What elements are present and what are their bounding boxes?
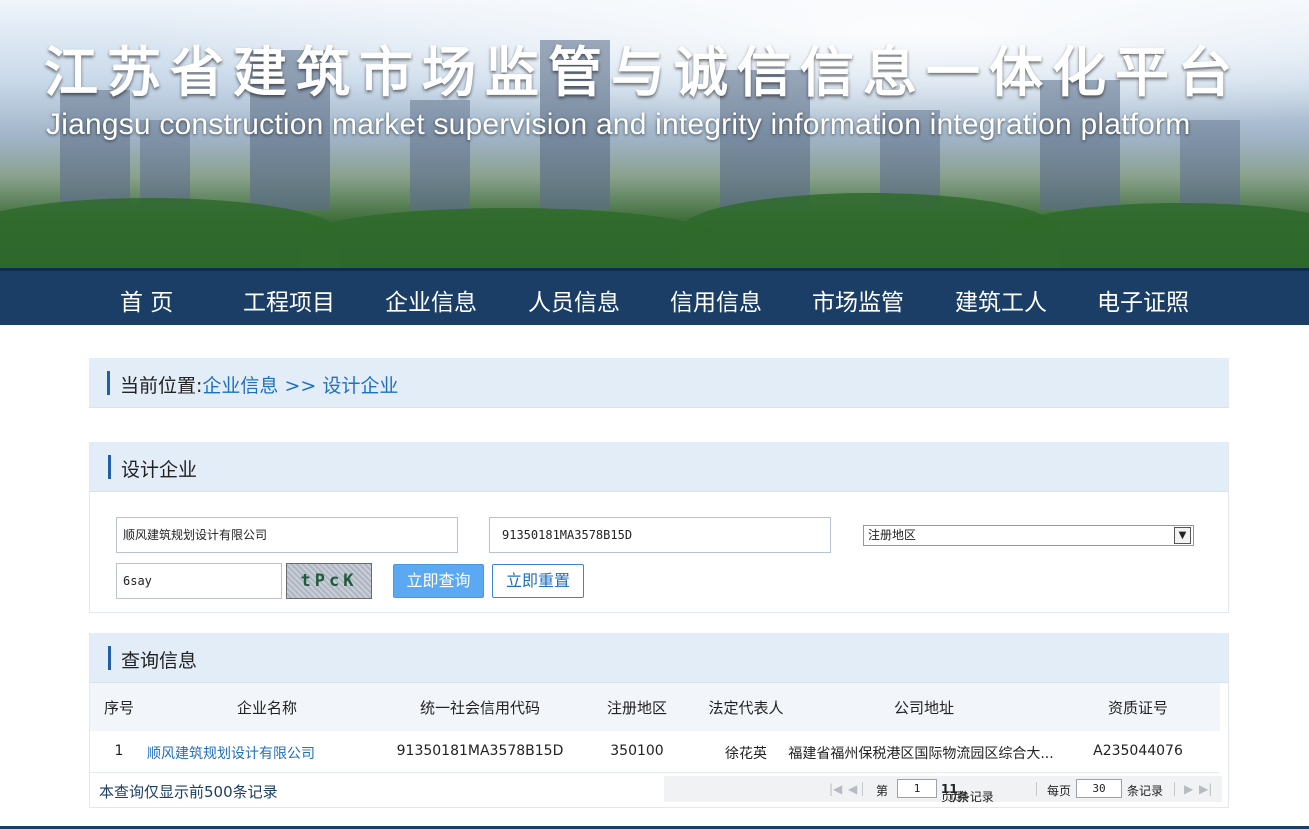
search-panel: 设计企业 顺风建筑规划设计有限公司 91350181MA3578B15D 注册地… (89, 442, 1229, 613)
cell-address: 福建省福州保税港区国际物流园区综合大... (788, 746, 1054, 762)
last-page-icon[interactable]: ▶| (1199, 782, 1212, 796)
pager-divider (1036, 782, 1037, 796)
breadcrumb: 当前位置:企业信息 >> 设计企业 (89, 358, 1229, 408)
site-title: 江苏省建筑市场监管与诚信信息一体化平台 (44, 41, 1241, 104)
pagination: |◀ ◀ 第 1 页/共 1 页 1 条记录 每页 30 条记录 ▶ ▶| (664, 776, 1222, 804)
pager-divider (862, 782, 863, 796)
pager-divider (1174, 782, 1175, 796)
column-header-region: 注册地区 (606, 699, 668, 717)
company-name-link[interactable]: 顺风建筑规划设计有限公司 (147, 743, 315, 763)
banner-trees (1000, 203, 1309, 268)
prev-page-icon[interactable]: ◀ (848, 782, 857, 796)
region-select-value: 注册地区 (868, 528, 917, 542)
nav-item-personnel[interactable]: 人员信息 (528, 283, 620, 317)
captcha-input[interactable]: 6say (116, 563, 282, 599)
column-header-cert-no: 资质证号 (1107, 699, 1169, 717)
query-button[interactable]: 立即查询 (393, 564, 484, 598)
breadcrumb-link-design[interactable]: 设计企业 (322, 375, 398, 397)
breadcrumb-separator: >> (278, 375, 323, 397)
breadcrumb-accent-bar (107, 371, 110, 395)
captcha-image-text: tPcK (300, 571, 358, 591)
column-header-credit-code: 统一社会信用代码 (419, 699, 541, 717)
section-accent-bar (108, 455, 111, 479)
search-panel-header: 设计企业 (90, 442, 1228, 492)
column-header-index: 序号 (103, 699, 135, 717)
cell-credit-code: 91350181MA3578B15D (396, 743, 564, 759)
page-number-input[interactable]: 1 (897, 779, 937, 798)
query-limit-note: 本查询仅显示前500条记录 (99, 783, 278, 801)
per-page-suffix: 条记录 (1127, 784, 1164, 798)
nav-item-market[interactable]: 市场监管 (812, 283, 904, 317)
table-row: 1 顺风建筑规划设计有限公司 91350181MA3578B15D 350100… (90, 731, 1220, 773)
credit-code-input[interactable]: 91350181MA3578B15D (489, 517, 831, 553)
records-suffix: 条记录 (957, 790, 994, 804)
breadcrumb-label: 当前位置: (120, 375, 203, 397)
region-select[interactable]: 注册地区 ▼ (863, 525, 1194, 546)
header-banner: 江苏省建筑市场监管与诚信信息一体化平台 Jiangsu construction… (0, 0, 1309, 268)
table-header: 序号 企业名称 统一社会信用代码 注册地区 法定代表人 公司地址 资质证号 (90, 683, 1220, 731)
chevron-down-icon[interactable]: ▼ (1174, 527, 1191, 544)
nav-item-certificates[interactable]: 电子证照 (1097, 283, 1189, 317)
site-subtitle: Jiangsu construction market supervision … (46, 108, 1191, 141)
per-page-input[interactable]: 30 (1076, 779, 1122, 798)
section-accent-bar (108, 646, 111, 670)
cell-index: 1 (114, 743, 124, 759)
results-panel-title: 查询信息 (121, 650, 198, 672)
cell-cert-no: A235044076 (1093, 743, 1183, 759)
breadcrumb-panel: 当前位置:企业信息 >> 设计企业 (89, 358, 1229, 409)
column-header-name: 企业名称 (236, 699, 298, 717)
breadcrumb-link-enterprise[interactable]: 企业信息 (202, 375, 278, 397)
main-nav: 首 页 工程项目 企业信息 人员信息 信用信息 市场监管 建筑工人 电子证照 (0, 268, 1309, 325)
page-prefix: 第 (876, 784, 889, 798)
results-panel-header: 查询信息 (90, 633, 1228, 683)
column-header-address: 公司地址 (893, 699, 955, 717)
per-page-label: 每页 (1047, 784, 1072, 798)
results-panel: 查询信息 序号 企业名称 统一社会信用代码 注册地区 法定代表人 公司地址 资质… (89, 633, 1229, 808)
nav-item-credit[interactable]: 信用信息 (670, 283, 762, 317)
column-header-legal-rep: 法定代表人 (708, 699, 784, 717)
page-total-text: 页/共 1 页 1 条记录 (941, 782, 994, 804)
nav-item-enterprise[interactable]: 企业信息 (385, 283, 477, 317)
company-name-input[interactable]: 顺风建筑规划设计有限公司 (116, 517, 458, 553)
banner-trees (0, 198, 340, 268)
next-page-icon[interactable]: ▶ (1184, 782, 1193, 796)
nav-item-workers[interactable]: 建筑工人 (955, 283, 1047, 317)
nav-item-home[interactable]: 首 页 (120, 283, 173, 317)
cell-region: 350100 (610, 743, 664, 759)
reset-button[interactable]: 立即重置 (492, 564, 584, 598)
captcha-image[interactable]: tPcK (286, 563, 372, 599)
search-panel-title: 设计企业 (121, 459, 198, 481)
cell-legal-rep: 徐花英 (725, 746, 767, 762)
banner-trees (300, 208, 720, 268)
nav-item-projects[interactable]: 工程项目 (243, 283, 335, 317)
app-root: 江苏省建筑市场监管与诚信信息一体化平台 Jiangsu construction… (0, 0, 1309, 829)
first-page-icon[interactable]: |◀ (829, 782, 842, 796)
breadcrumb-text: 当前位置:企业信息 >> 设计企业 (120, 371, 398, 398)
